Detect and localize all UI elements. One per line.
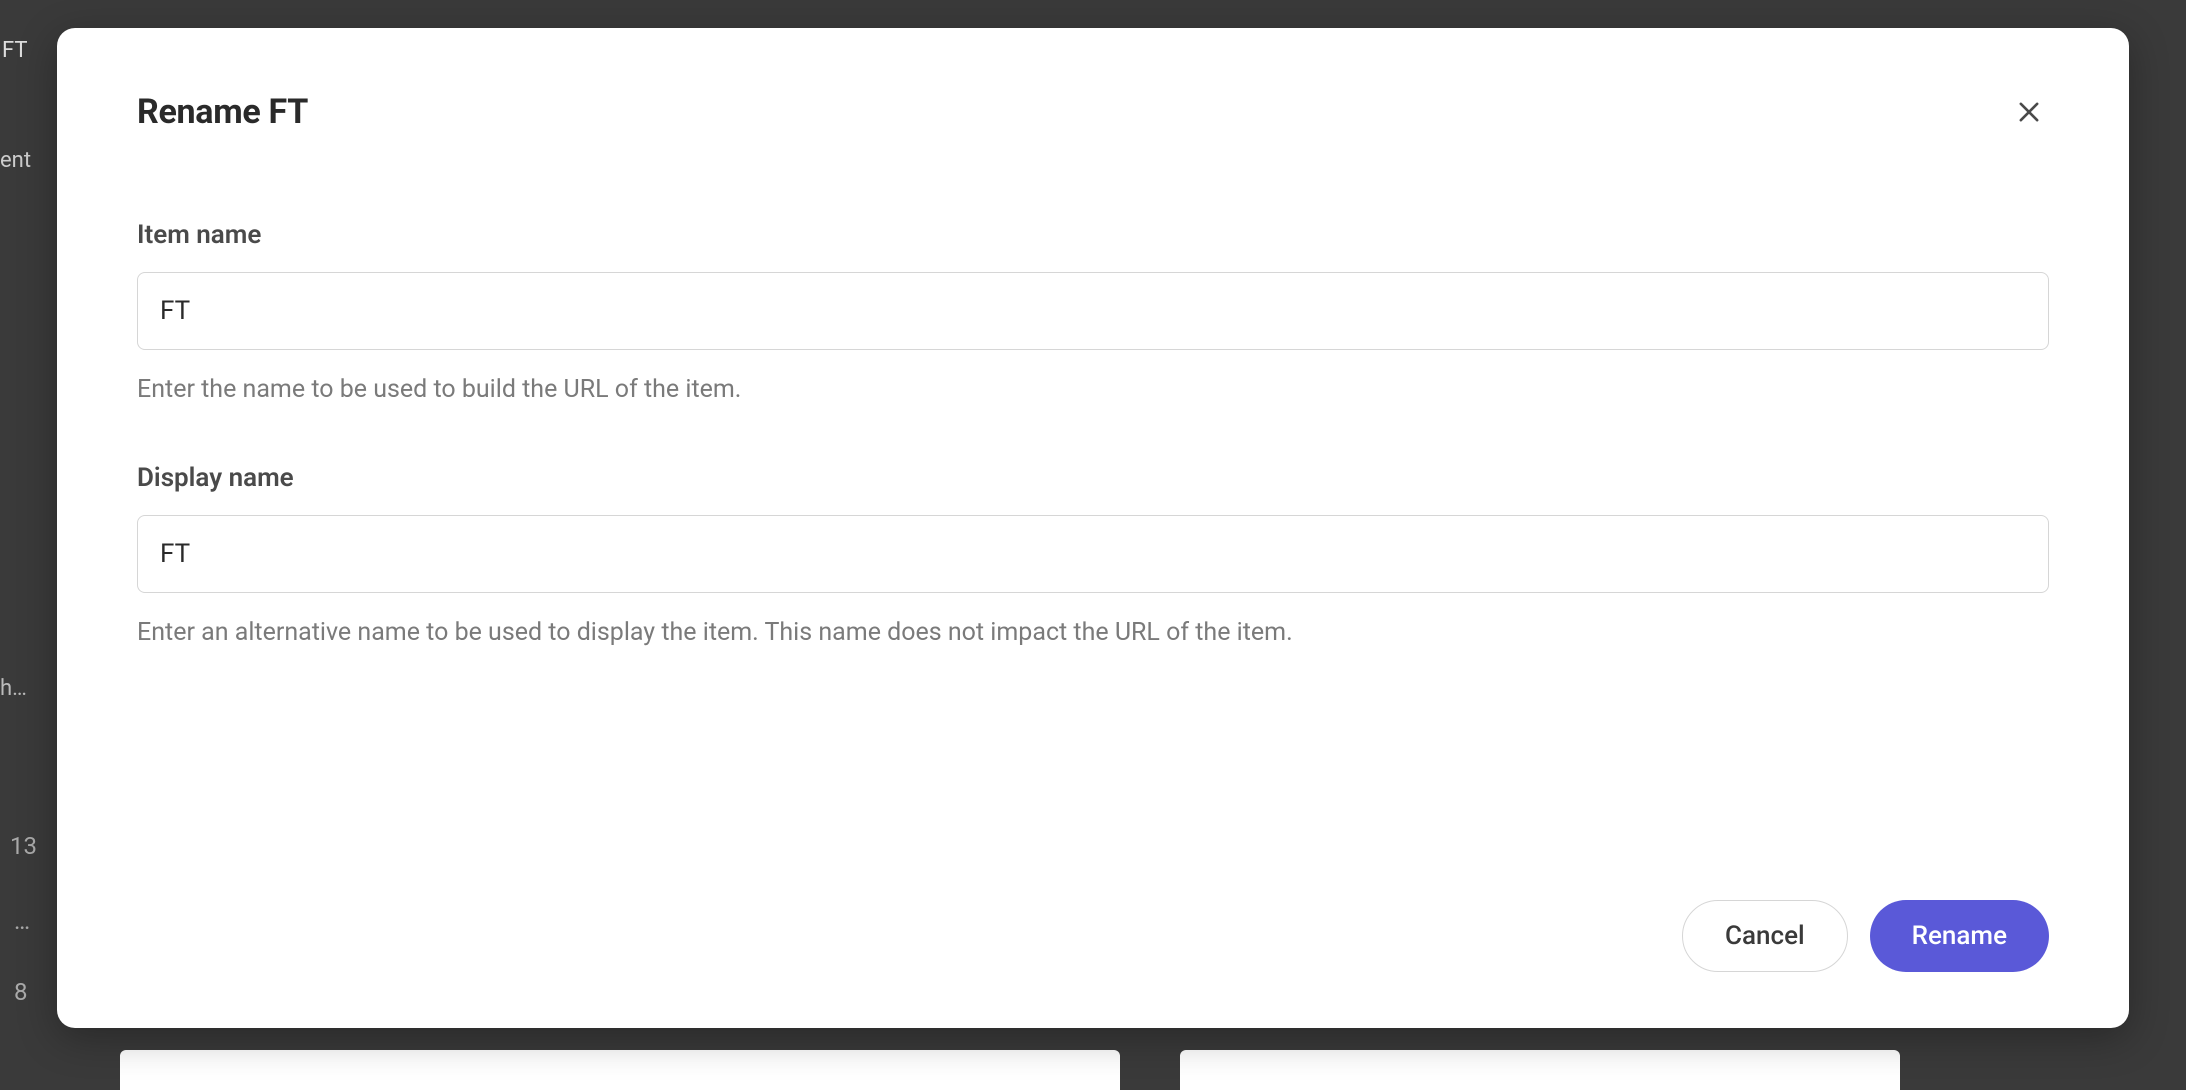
modal-title: Rename FT	[137, 92, 308, 132]
close-button[interactable]	[2009, 92, 2049, 132]
item-name-help: Enter the name to be used to build the U…	[137, 372, 2049, 407]
display-name-help: Enter an alternative name to be used to …	[137, 615, 2049, 650]
display-name-group: Display name Enter an alternative name t…	[137, 463, 2049, 650]
item-name-group: Item name Enter the name to be used to b…	[137, 220, 2049, 407]
display-name-input[interactable]	[137, 515, 2049, 593]
item-name-input[interactable]	[137, 272, 2049, 350]
cancel-button[interactable]: Cancel	[1682, 900, 1848, 972]
display-name-label: Display name	[137, 463, 2049, 493]
close-icon	[2015, 98, 2043, 126]
modal-footer: Cancel Rename	[137, 840, 2049, 972]
modal-overlay: Rename FT Item name Enter the name to be…	[0, 0, 2186, 1082]
rename-button[interactable]: Rename	[1870, 900, 2049, 972]
item-name-label: Item name	[137, 220, 2049, 250]
rename-modal: Rename FT Item name Enter the name to be…	[57, 28, 2129, 1028]
modal-header: Rename FT	[137, 92, 2049, 132]
